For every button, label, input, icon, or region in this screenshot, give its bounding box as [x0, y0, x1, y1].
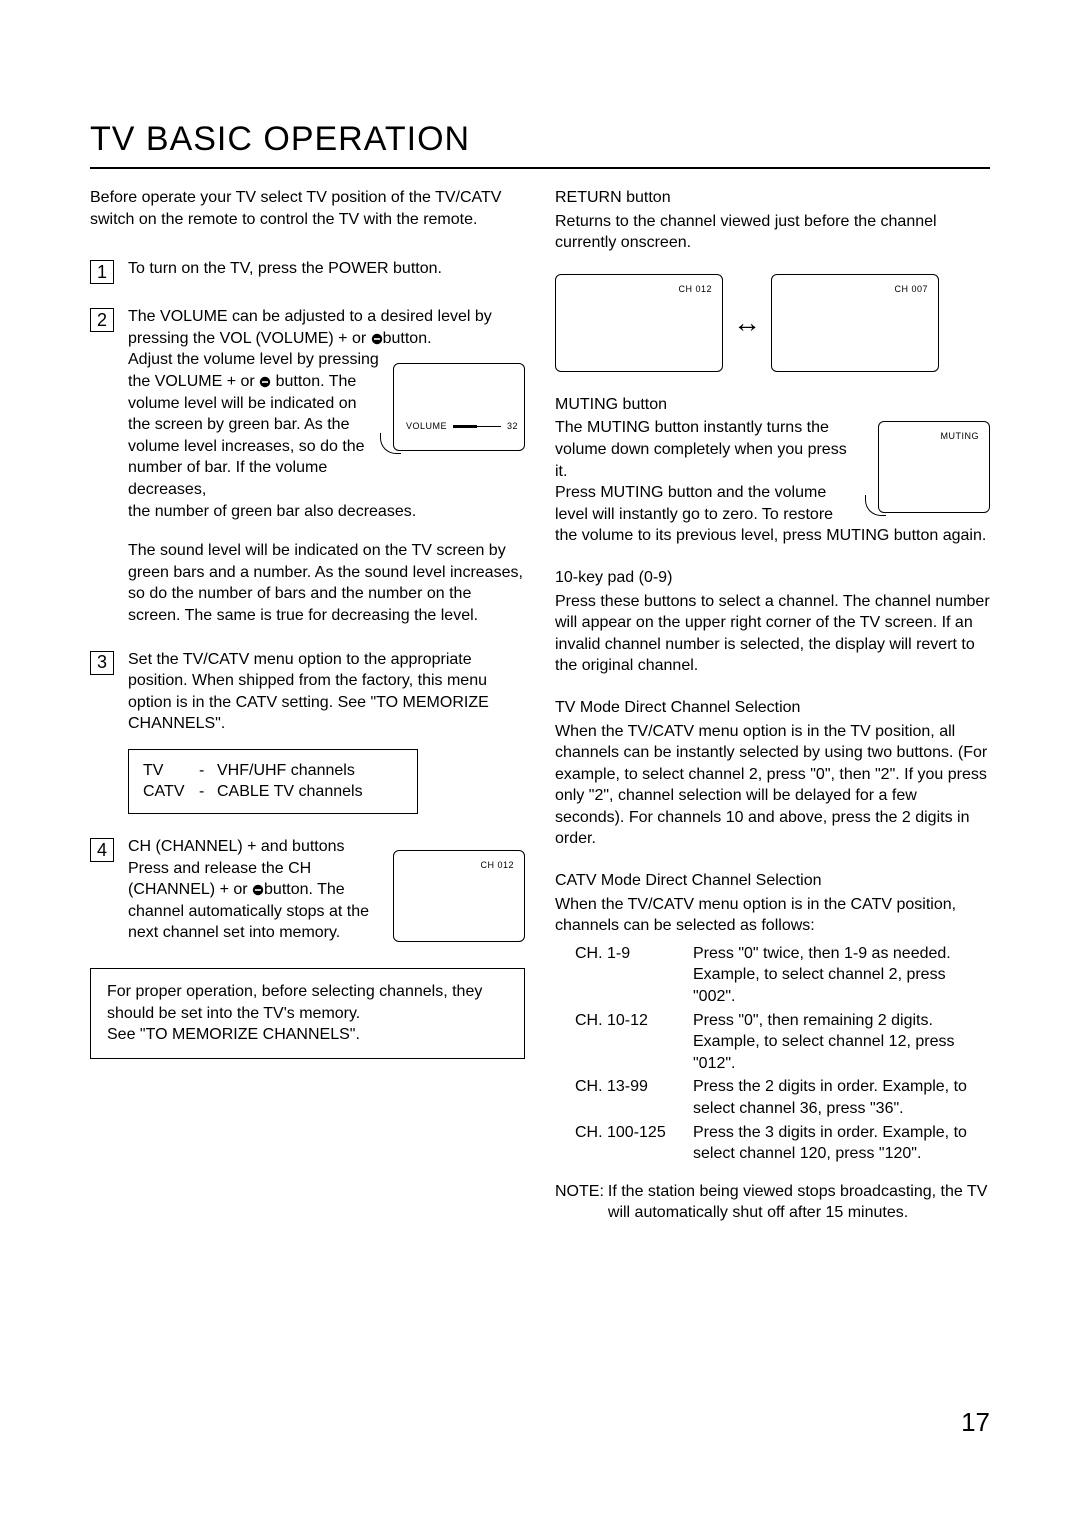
intro-paragraph: Before operate your TV select TV positio… — [90, 187, 525, 230]
return-ch1: CH 012 — [678, 283, 712, 295]
step-4-a: CH (CHANNEL) + and buttons — [128, 836, 379, 858]
keypad-title: 10-key pad (0-9) — [555, 567, 990, 589]
note-line: NOTE: If the station being viewed stops … — [555, 1181, 990, 1224]
page-title: TV BASIC OPERATION — [90, 120, 990, 159]
catv-val: Press the 2 digits in order. Example, to… — [693, 1076, 990, 1119]
muting-text-b: Press MUTING button and the volume level… — [555, 482, 862, 525]
return-ch2: CH 007 — [894, 283, 928, 295]
catv-row: CH. 100-125 Press the 3 digits in order.… — [575, 1122, 990, 1165]
muting-text-c: the volume to its previous level, press … — [555, 525, 990, 547]
volume-bar-icon — [453, 426, 501, 427]
catvmode-text: When the TV/CATV menu option is in the C… — [555, 894, 990, 937]
step-3-text: Set the TV/CATV menu option to the appro… — [128, 649, 525, 735]
return-title: RETURN button — [555, 187, 990, 209]
tvmode-row: CATV - CABLE TV channels — [143, 781, 403, 803]
title-divider — [90, 167, 990, 169]
return-text: Returns to the channel viewed just befor… — [555, 211, 990, 254]
return-screen-2: CH 007 — [771, 274, 939, 372]
minus-bullet-icon — [371, 333, 383, 345]
tvmode-text: When the TV/CATV menu option is in the T… — [555, 721, 990, 851]
step-2: 2 The VOLUME can be adjusted to a desire… — [90, 306, 525, 626]
step-4-b-wrap: Press and release the CH (CHANNEL) + or … — [128, 858, 379, 944]
step-2-a-text: The VOLUME can be adjusted to a desired … — [128, 308, 492, 347]
muting-text-a: The MUTING button instantly turns the vo… — [555, 417, 862, 482]
step-4: 4 CH (CHANNEL) + and buttons Press and r… — [90, 836, 525, 944]
step-3: 3 Set the TV/CATV menu option to the app… — [90, 649, 525, 815]
step-2-d: The sound level will be indicated on the… — [128, 540, 525, 626]
keypad-text: Press these buttons to select a channel.… — [555, 591, 990, 677]
step-number-1: 1 — [90, 260, 114, 284]
tvmode-key: TV — [143, 760, 199, 782]
step-1-text: To turn on the TV, press the POWER butto… — [128, 258, 525, 284]
memorize-note-box: For proper operation, before selecting c… — [90, 968, 525, 1059]
left-column: Before operate your TV select TV positio… — [90, 187, 525, 1224]
catv-key: CH. 100-125 — [575, 1122, 693, 1165]
volume-screen: VOLUME 32 — [393, 363, 525, 451]
tv-mode-box: TV - VHF/UHF channels CATV - CABLE TV ch… — [128, 749, 418, 814]
muting-title: MUTING button — [555, 394, 990, 416]
catv-row: CH. 1-9 Press "0" twice, then 1-9 as nee… — [575, 943, 990, 1008]
tvmode-key: CATV — [143, 781, 199, 803]
step-2-b-cont: button. The volume level will be indicat… — [128, 373, 365, 498]
volume-value: 32 — [507, 420, 518, 432]
tvmode-title: TV Mode Direct Channel Selection — [555, 697, 990, 719]
tvmode-dash: - — [199, 781, 217, 803]
catv-key: CH. 10-12 — [575, 1010, 693, 1075]
tvmode-dash: - — [199, 760, 217, 782]
minus-bullet-icon — [259, 376, 271, 388]
minus-bullet-icon — [252, 884, 264, 896]
catv-row: CH. 13-99 Press the 2 digits in order. E… — [575, 1076, 990, 1119]
channel-label: CH 012 — [480, 859, 514, 871]
catv-key: CH. 13-99 — [575, 1076, 693, 1119]
catv-val: Press the 3 digits in order. Example, to… — [693, 1122, 990, 1165]
catv-channel-table: CH. 1-9 Press "0" twice, then 1-9 as nee… — [575, 943, 990, 1165]
catv-val: Press "0" twice, then 1-9 as needed. Exa… — [693, 943, 990, 1008]
return-screen-1: CH 012 — [555, 274, 723, 372]
right-column: RETURN button Returns to the channel vie… — [555, 187, 990, 1224]
return-screens-row: CH 012 ↔ CH 007 — [555, 274, 990, 372]
volume-label: VOLUME — [406, 420, 447, 432]
step-2-line-a: The VOLUME can be adjusted to a desired … — [128, 306, 525, 349]
step-number-3: 3 — [90, 651, 114, 675]
double-arrow-icon: ↔ — [733, 309, 761, 337]
page-number: 17 — [961, 1407, 990, 1438]
tvmode-val: CABLE TV channels — [217, 781, 403, 803]
step-1: 1 To turn on the TV, press the POWER but… — [90, 258, 525, 284]
catv-key: CH. 1-9 — [575, 943, 693, 1008]
muting-label: MUTING — [941, 430, 980, 442]
step-number-2: 2 — [90, 308, 114, 332]
catvmode-title: CATV Mode Direct Channel Selection — [555, 870, 990, 892]
step-2-a-end: button. — [383, 330, 432, 347]
note-label: NOTE: — [555, 1181, 604, 1224]
tvmode-row: TV - VHF/UHF channels — [143, 760, 403, 782]
catv-row: CH. 10-12 Press "0", then remaining 2 di… — [575, 1010, 990, 1075]
step-number-4: 4 — [90, 838, 114, 862]
tvmode-val: VHF/UHF channels — [217, 760, 403, 782]
muting-screen: MUTING — [878, 421, 990, 513]
note-text: If the station being viewed stops broadc… — [604, 1181, 990, 1224]
step-2-c: the number of green bar also decreases. — [128, 501, 525, 523]
channel-screen: CH 012 — [393, 850, 525, 942]
catv-val: Press "0", then remaining 2 digits. Exam… — [693, 1010, 990, 1075]
